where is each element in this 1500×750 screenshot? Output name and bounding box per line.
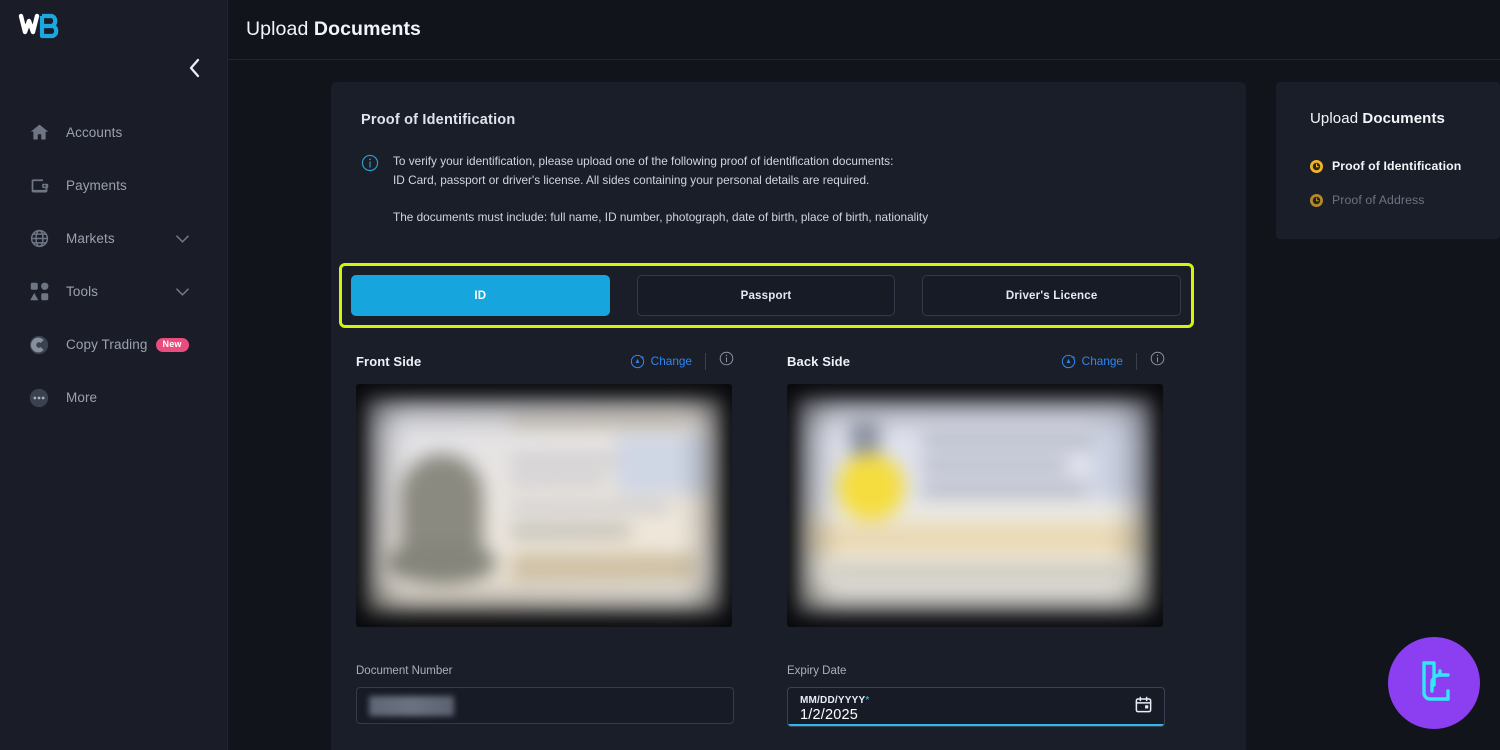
info-circle-icon: [361, 154, 379, 227]
back-info-icon[interactable]: [1150, 351, 1165, 371]
ellipsis-icon: [26, 385, 52, 411]
tab-passport[interactable]: Passport: [636, 275, 896, 316]
upload-front-side: Front Side Change: [356, 350, 734, 627]
document-number-group: Document Number: [356, 665, 734, 727]
focus-underline: [788, 724, 1164, 726]
upload-title-back: Back Side: [787, 353, 851, 369]
sidebar-item-label: Accounts: [66, 125, 123, 140]
expiry-date-label: Expiry Date: [787, 665, 847, 677]
change-front-label: Change: [650, 354, 692, 368]
section-title: Proof of Identification: [361, 112, 516, 128]
upload-back-side: Back Side Change: [787, 350, 1165, 627]
info-line-3: The documents must include: full name, I…: [393, 210, 929, 225]
upload-title-front: Front Side: [356, 353, 422, 369]
sidebar-item-label: Markets: [66, 231, 115, 246]
step-label: Proof of Address: [1332, 193, 1425, 207]
sidebar-nav: Accounts Payments Markets Tools Copy Tra…: [0, 106, 227, 424]
tab-drivers-licence[interactable]: Driver's Licence: [922, 275, 1182, 316]
sidebar-item-tools[interactable]: Tools: [0, 265, 227, 318]
wallet-icon: [26, 173, 52, 199]
upload-header: Front Side Change: [356, 350, 734, 372]
document-type-tabs: ID Passport Driver's Licence: [351, 275, 1182, 316]
tab-id[interactable]: ID: [351, 275, 610, 316]
sidebar-item-accounts[interactable]: Accounts: [0, 106, 227, 159]
expiry-date-placeholder: MM/DD/YYYY*: [800, 695, 870, 706]
sidebar-item-payments[interactable]: Payments: [0, 159, 227, 212]
blurred-id-card-front: [356, 384, 732, 627]
sidebar-item-copy-trading[interactable]: Copy Trading New: [0, 318, 227, 371]
expiry-date-input[interactable]: MM/DD/YYYY* 1/2/2025: [787, 687, 1165, 727]
upload-steps-panel: Upload Documents Proof of Identification: [1276, 82, 1500, 239]
sidebar: Accounts Payments Markets Tools Copy Tra…: [0, 0, 228, 750]
front-info-icon[interactable]: [719, 351, 734, 371]
rotate-image-icon: [630, 354, 644, 368]
document-fields: Document Number Expiry Date MM/DD/YYYY* …: [356, 665, 1166, 727]
shapes-icon: [26, 279, 52, 305]
sidebar-item-label: Tools: [66, 284, 99, 299]
change-back-label: Change: [1081, 354, 1123, 368]
copy-trading-icon: [26, 332, 52, 358]
page-title: Upload Documents: [246, 18, 421, 41]
steps-title-light: Upload: [1310, 110, 1363, 127]
globe-icon: [26, 226, 52, 252]
info-line-1: To verify your identification, please up…: [393, 154, 894, 168]
info-text: To verify your identification, please up…: [393, 152, 928, 227]
change-back-button[interactable]: Change: [1061, 354, 1123, 369]
step-label: Proof of Identification: [1332, 159, 1462, 173]
change-front-button[interactable]: Change: [630, 354, 692, 369]
topbar: Upload Documents: [228, 0, 1500, 60]
calendar-icon[interactable]: [1134, 695, 1153, 719]
steps-title-bold: Documents: [1362, 110, 1445, 127]
step-proof-of-address[interactable]: Proof of Address: [1310, 183, 1500, 217]
rotate-image-icon: [1061, 354, 1075, 368]
info-callout: To verify your identification, please up…: [361, 152, 1216, 227]
expiry-date-value: 1/2/2025: [800, 707, 859, 723]
divider: [1136, 352, 1137, 370]
redacted-value: [369, 695, 454, 716]
app-root: Accounts Payments Markets Tools Copy Tra…: [0, 0, 1500, 750]
page-title-bold: Documents: [313, 18, 422, 40]
sidebar-item-label: More: [66, 390, 98, 405]
proof-of-identification-card: Proof of Identification To verify your i…: [331, 82, 1246, 750]
upload-actions: Change: [1061, 351, 1165, 371]
pending-circle-icon: [1310, 159, 1323, 173]
sidebar-item-markets[interactable]: Markets: [0, 212, 227, 265]
expiry-date-group: Expiry Date MM/DD/YYYY* 1/2/2025: [787, 665, 1165, 727]
brand-logo[interactable]: [18, 10, 74, 42]
sidebar-item-label: Copy Trading: [66, 337, 148, 352]
upload-actions: Change: [630, 351, 734, 371]
sidebar-item-more[interactable]: More: [0, 371, 227, 424]
chevron-left-icon: [189, 58, 199, 78]
back-side-preview[interactable]: [787, 384, 1163, 627]
page-title-light: Upload: [246, 18, 314, 40]
steps-panel-title: Upload Documents: [1310, 110, 1500, 127]
step-proof-of-identification[interactable]: Proof of Identification: [1310, 149, 1500, 183]
blurred-id-card-back: [787, 384, 1163, 627]
sidebar-item-label: Payments: [66, 178, 127, 193]
upload-previews: Front Side Change Back Side Change: [356, 350, 1166, 627]
main-area: Proof of Identification To verify your i…: [228, 60, 1500, 750]
document-number-label: Document Number: [356, 665, 453, 677]
assistant-fab-button[interactable]: [1388, 637, 1480, 729]
pending-circle-icon: [1310, 193, 1323, 207]
lc-logo-icon: [1422, 661, 1450, 701]
info-line-2: ID Card, passport or driver's license. A…: [393, 173, 870, 188]
chevron-down-icon[interactable]: [176, 230, 189, 248]
front-side-preview[interactable]: [356, 384, 732, 627]
content-area: Upload Documents Proof of Identification: [228, 0, 1500, 750]
chevron-down-icon[interactable]: [176, 283, 189, 301]
sidebar-collapse-button[interactable]: [181, 55, 207, 81]
upload-header: Back Side Change: [787, 350, 1165, 372]
status-badge-new: New: [155, 337, 189, 352]
document-number-input[interactable]: [356, 687, 734, 724]
home-icon: [26, 120, 52, 146]
required-marker: *: [865, 695, 870, 706]
divider: [705, 352, 706, 370]
